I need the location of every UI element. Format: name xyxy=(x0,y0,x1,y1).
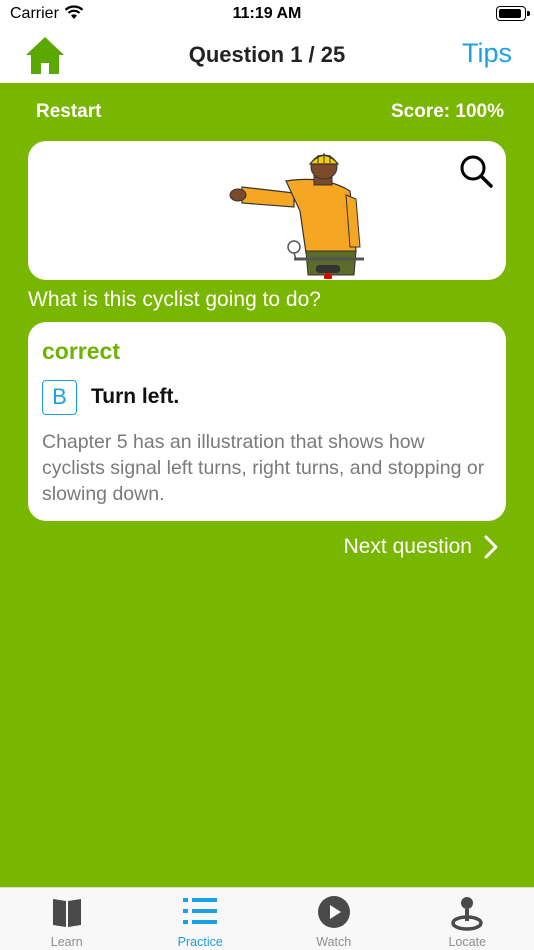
tab-learn[interactable]: Learn xyxy=(0,888,134,950)
tips-button[interactable]: Tips xyxy=(462,38,512,69)
tab-locate[interactable]: Locate xyxy=(401,888,534,950)
tab-locate-label: Locate xyxy=(448,935,487,949)
tab-learn-label: Learn xyxy=(50,935,83,949)
status-time: 11:19 AM xyxy=(232,5,302,22)
status-bar: Carrier 11:19 AM xyxy=(0,0,534,30)
tab-bar: Learn Practice Watch Locate xyxy=(0,887,534,950)
list-icon xyxy=(183,898,218,924)
answer-card: correct B Turn left. Chapter 5 has an il… xyxy=(28,322,506,521)
answer-letter-badge: B xyxy=(42,380,77,415)
search-icon[interactable] xyxy=(458,153,494,189)
book-icon xyxy=(52,899,81,927)
play-icon xyxy=(317,896,350,928)
tab-watch-label: Watch xyxy=(316,935,352,949)
score-label: Score: 100% xyxy=(390,101,504,122)
result-label: correct xyxy=(42,338,120,364)
tab-practice[interactable]: Practice xyxy=(134,888,268,950)
next-question-button[interactable]: Next question xyxy=(344,535,498,559)
question-text: What is this cyclist going to do? xyxy=(28,288,321,311)
battery-icon xyxy=(496,6,530,21)
answer-text: Turn left. xyxy=(91,385,180,408)
restart-button[interactable]: Restart xyxy=(36,101,101,123)
location-icon xyxy=(451,897,483,931)
tab-practice-label: Practice xyxy=(177,935,223,949)
explanation-text: Chapter 5 has an illustration that shows… xyxy=(42,431,485,505)
nav-bar: Question 1 / 25 Tips xyxy=(0,30,534,83)
chevron-right-icon xyxy=(484,535,498,559)
cyclist-illustration xyxy=(229,153,364,279)
tab-watch[interactable]: Watch xyxy=(267,888,401,950)
quiz-area: Restart Score: 100% What is this cyclist… xyxy=(0,83,534,887)
question-image-card[interactable] xyxy=(28,141,506,280)
page-title: Question 1 / 25 xyxy=(188,42,346,67)
next-question-label: Next question xyxy=(343,535,472,558)
